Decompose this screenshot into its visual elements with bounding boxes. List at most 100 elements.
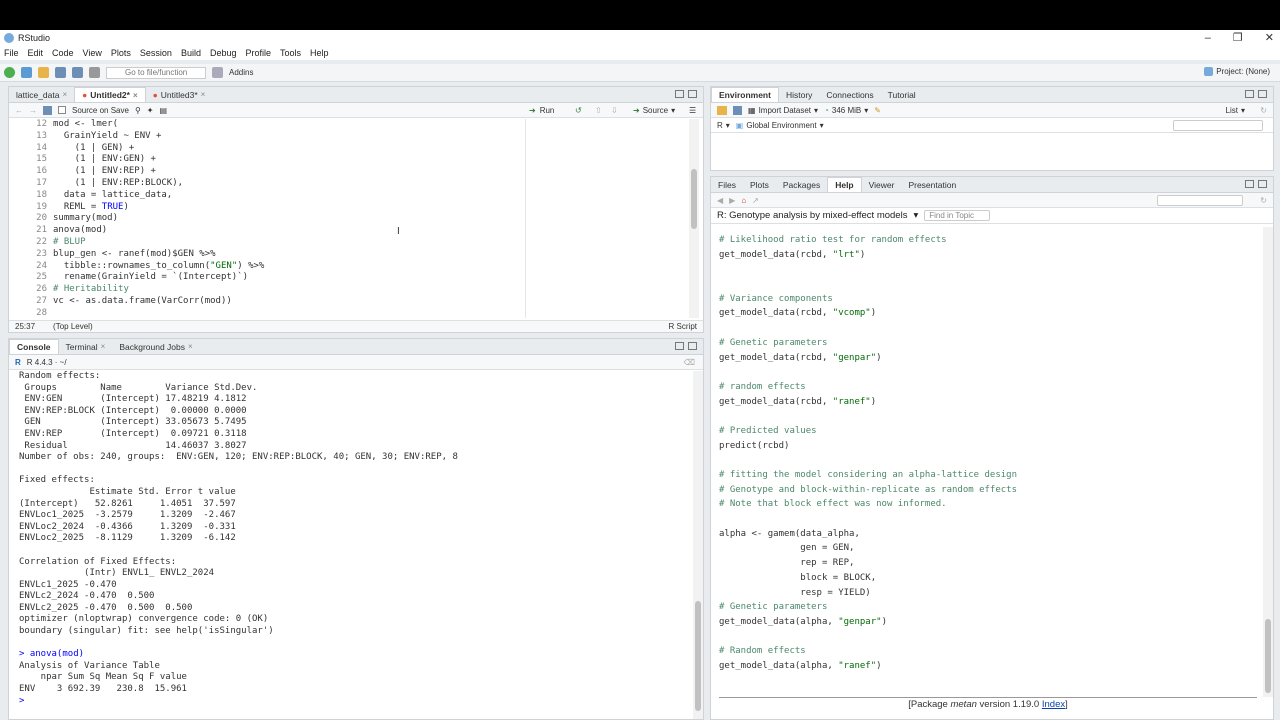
tab-untitled3[interactable]: ● Untitled3* × — [146, 87, 213, 102]
code-line[interactable]: summary(mod) — [53, 213, 699, 225]
up-icon[interactable]: ⇧ — [595, 106, 602, 115]
console-output[interactable]: Random effects: Groups Name Variance Std… — [9, 371, 693, 719]
print-icon[interactable] — [89, 67, 100, 78]
code-line[interactable]: data = lattice_data, — [53, 190, 699, 202]
minimize-pane-icon[interactable] — [1245, 180, 1254, 188]
tab-untitled2[interactable]: ● Untitled2* × — [74, 87, 146, 102]
restore-icon[interactable]: ❐ — [1233, 30, 1243, 46]
minimize-pane-icon[interactable] — [675, 90, 684, 98]
maximize-pane-icon[interactable] — [688, 90, 697, 98]
project-menu[interactable]: Project: (None) — [1204, 67, 1270, 76]
tab-tutorial[interactable]: Tutorial — [881, 87, 923, 102]
tab-console[interactable]: Console — [9, 339, 59, 354]
menu-debug[interactable]: Debug — [210, 48, 237, 58]
code-line[interactable] — [53, 308, 699, 318]
code-line[interactable]: mod <- lmer( — [53, 119, 699, 131]
code-editor[interactable]: 12 13 14 15 16 17 18 19 20 21 22 23 24 25 26 27 28 mod <… — [9, 119, 699, 318]
save-workspace-icon[interactable] — [733, 105, 742, 115]
close-icon[interactable]: ✕ — [1265, 30, 1274, 46]
language-menu[interactable]: R ▾ — [717, 121, 730, 130]
new-file-icon[interactable] — [4, 67, 15, 78]
close-icon[interactable]: × — [133, 91, 138, 100]
menu-build[interactable]: Build — [181, 48, 201, 58]
tab-viewer[interactable]: Viewer — [862, 177, 902, 192]
find-in-topic-input[interactable]: Find in Topic — [924, 210, 991, 221]
code-line[interactable]: GrainYield ~ ENV + — [53, 131, 699, 143]
close-icon[interactable]: × — [62, 90, 67, 99]
help-topic-title[interactable]: R: Genotype analysis by mixed-effect mod… — [717, 210, 907, 221]
source-on-save-checkbox[interactable] — [58, 106, 66, 114]
save-all-icon[interactable] — [72, 67, 83, 78]
help-scrollbar[interactable] — [1263, 227, 1273, 697]
wand-icon[interactable]: ✦ — [147, 106, 154, 115]
code-line[interactable]: (1 | ENV:REP:BLOCK), — [53, 178, 699, 190]
maximize-pane-icon[interactable] — [688, 342, 697, 350]
code-line[interactable]: (1 | ENV:REP) + — [53, 166, 699, 178]
code-line[interactable]: (1 | ENV:GEN) + — [53, 154, 699, 166]
run-button[interactable]: ➜ Run — [529, 106, 554, 115]
tab-presentation[interactable]: Presentation — [901, 177, 963, 192]
menu-session[interactable]: Session — [140, 48, 172, 58]
menu-tools[interactable]: Tools — [280, 48, 301, 58]
maximize-pane-icon[interactable] — [1258, 180, 1267, 188]
clear-console-icon[interactable]: ⌫ — [684, 358, 695, 367]
goto-file-input[interactable]: Go to file/function — [106, 66, 206, 79]
view-mode-menu[interactable]: List ▾ — [1226, 106, 1245, 115]
rerun-icon[interactable]: ↺ — [575, 106, 582, 115]
code-line[interactable]: # BLUP — [53, 237, 699, 249]
tab-lattice-data[interactable]: lattice_data × — [9, 87, 74, 102]
tab-packages[interactable]: Packages — [776, 177, 827, 192]
minimize-icon[interactable]: – — [1205, 30, 1211, 46]
menu-help[interactable]: Help — [310, 48, 329, 58]
code-lines[interactable]: mod <- lmer( GrainYield ~ ENV + (1 | GEN… — [53, 119, 699, 318]
console-scrollbar[interactable] — [693, 371, 703, 719]
memory-usage[interactable]: ◔ 346 MiB ▾ — [824, 106, 868, 115]
close-icon[interactable]: × — [188, 342, 193, 351]
code-line[interactable]: rename(GrainYield = `(Intercept)`) — [53, 272, 699, 284]
outline-icon[interactable]: ☰ — [689, 106, 696, 115]
grid-layout-icon[interactable] — [212, 67, 223, 78]
search-icon[interactable]: ⚲ — [135, 106, 141, 115]
refresh-icon[interactable]: ↻ — [1260, 106, 1267, 115]
editor-scrollbar[interactable] — [689, 119, 699, 318]
forward-arrow-icon[interactable]: ▶ — [729, 196, 735, 205]
scroll-thumb[interactable] — [1265, 619, 1271, 693]
save-icon[interactable] — [43, 105, 52, 115]
file-type[interactable]: R Script — [669, 322, 697, 331]
scroll-thumb[interactable] — [695, 601, 701, 711]
code-line[interactable]: # Heritability — [53, 284, 699, 296]
close-icon[interactable]: × — [201, 90, 206, 99]
global-env-menu[interactable]: ▣ Global Environment ▾ — [736, 121, 824, 130]
console-input[interactable]: > — [19, 696, 693, 708]
menu-plots[interactable]: Plots — [111, 48, 131, 58]
scroll-thumb[interactable] — [691, 169, 697, 229]
menu-view[interactable]: View — [83, 48, 102, 58]
back-arrow-icon[interactable]: ← — [15, 106, 23, 115]
down-icon[interactable]: ⇩ — [611, 106, 618, 115]
tab-help[interactable]: Help — [827, 177, 862, 192]
save-icon[interactable] — [55, 67, 66, 78]
maximize-pane-icon[interactable] — [1258, 90, 1267, 98]
scope-indicator[interactable]: (Top Level) — [53, 322, 93, 331]
addins-menu[interactable]: Addins — [229, 68, 253, 77]
open-file-icon[interactable] — [38, 67, 49, 78]
code-line[interactable]: REML = TRUE) — [53, 202, 699, 214]
refresh-icon[interactable]: ↻ — [1260, 196, 1267, 205]
minimize-pane-icon[interactable] — [675, 342, 684, 350]
minimize-pane-icon[interactable] — [1245, 90, 1254, 98]
close-icon[interactable]: × — [101, 342, 106, 351]
forward-arrow-icon[interactable]: → — [29, 106, 37, 115]
menu-profile[interactable]: Profile — [246, 48, 272, 58]
import-dataset-button[interactable]: ▦ Import Dataset ▾ — [748, 106, 818, 115]
home-icon[interactable]: ⌂ — [741, 196, 746, 205]
menu-edit[interactable]: Edit — [28, 48, 44, 58]
index-link[interactable]: Index — [1042, 699, 1065, 710]
broom-icon[interactable]: ✎ — [874, 106, 881, 115]
load-workspace-icon[interactable] — [717, 105, 727, 115]
tab-files[interactable]: Files — [711, 177, 743, 192]
code-line[interactable]: vc <- as.data.frame(VarCorr(mod)) — [53, 296, 699, 308]
source-button[interactable]: ➜ Source ▾ — [633, 106, 675, 115]
code-line[interactable]: blup_gen <- ranef(mod)$GEN %>% — [53, 249, 699, 261]
tab-terminal[interactable]: Terminal × — [59, 339, 113, 354]
menu-file[interactable]: File — [4, 48, 19, 58]
